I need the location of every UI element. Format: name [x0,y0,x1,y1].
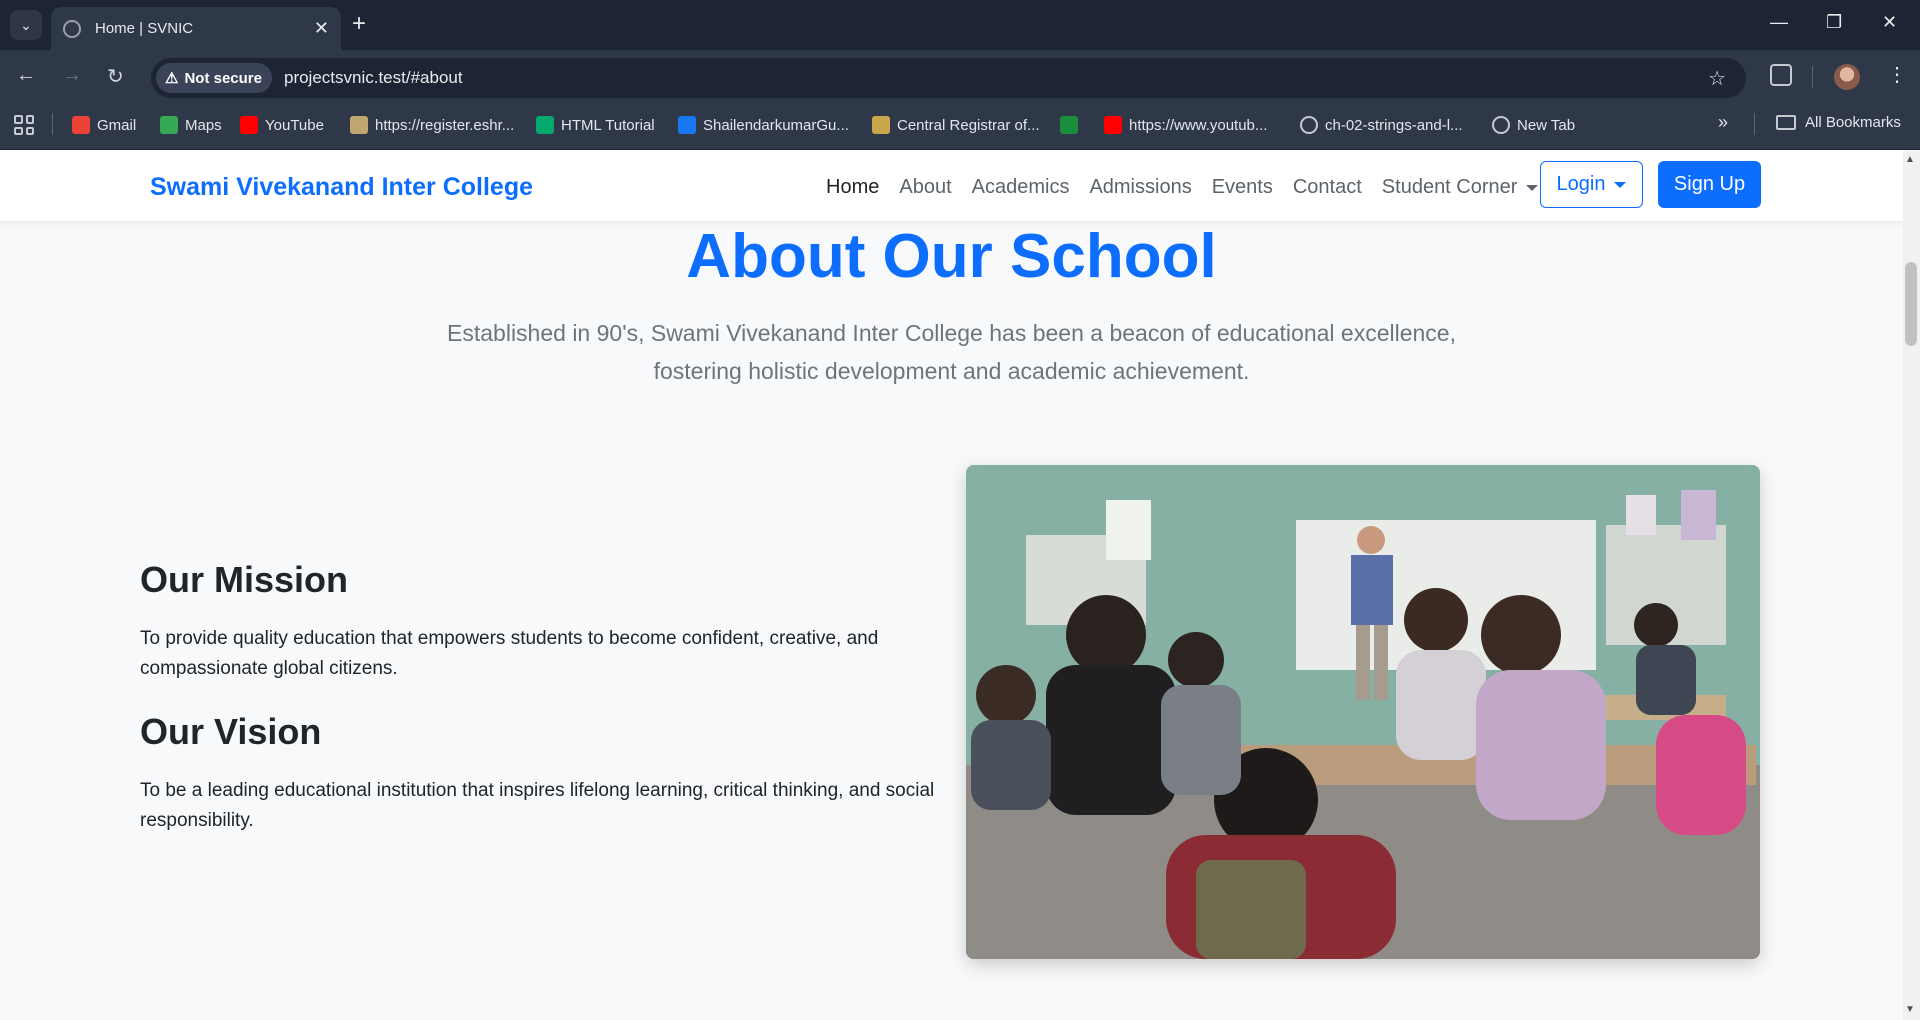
globe-icon [1300,116,1318,134]
bookmark-item[interactable]: https://register.eshr... [350,114,514,136]
tab-title: Home | SVNIC [95,20,194,37]
mission-text: To provide quality education that empowe… [140,628,879,679]
nav-contact[interactable]: Contact [1293,176,1362,199]
browser-tab[interactable]: Home | SVNIC ✕ [51,7,341,50]
nav-student-corner[interactable]: Student Corner [1382,176,1539,199]
bookmark-item[interactable] [1060,114,1085,136]
extensions-icon[interactable] [1770,64,1792,86]
youtube-icon [240,116,258,134]
bookmark-label: ShailendarkumarGu... [703,116,849,134]
bookmark-item[interactable]: HTML Tutorial [536,114,655,136]
signup-button[interactable]: Sign Up [1658,161,1761,208]
mission-heading: Our Mission [140,559,349,600]
caret-down-icon [1614,181,1627,188]
bookmark-label: Central Registrar of... [897,116,1040,134]
maps-icon [160,116,178,134]
bookmark-item[interactable]: New Tab [1492,114,1575,136]
bookmark-item[interactable]: YouTube [240,114,324,136]
nav-admissions[interactable]: Admissions [1089,176,1191,199]
bookmark-item[interactable]: ch-02-strings-and-l... [1300,114,1463,136]
security-chip[interactable]: ⚠ Not secure [156,63,272,93]
facebook-icon [678,116,696,134]
reload-icon[interactable]: ↻ [107,64,124,89]
security-label: Not secure [184,69,262,87]
bookmark-item[interactable]: ShailendarkumarGu... [678,114,849,136]
all-bookmarks-label: All Bookmarks [1805,114,1901,131]
w3schools-icon [536,116,554,134]
warning-icon: ⚠ [165,70,179,87]
lead-line: Established in 90's, Swami Vivekanand In… [447,320,1456,346]
nav-links: Home About Academics Admissions Events C… [826,176,1558,199]
forward-icon[interactable]: → [62,64,82,87]
nav-academics[interactable]: Academics [972,176,1070,199]
more-bookmarks-icon[interactable]: » [1718,112,1728,133]
bookmark-item[interactable]: Central Registrar of... [872,114,1040,136]
gmail-icon [72,116,90,134]
globe-icon [63,19,81,38]
nav-events[interactable]: Events [1212,176,1273,199]
section-lead: Established in 90's, Swami Vivekanand In… [420,314,1483,390]
all-bookmarks-button[interactable]: All Bookmarks [1776,114,1901,131]
bookmark-label: HTML Tutorial [561,116,655,134]
bookmark-item[interactable]: Gmail [72,114,136,136]
student-corner-label: Student Corner [1381,176,1518,198]
bookmark-label: Gmail [97,116,137,134]
scroll-up-icon[interactable]: ▲ [1905,154,1915,165]
address-bar[interactable]: ⚠ Not secure projectsvnic.test/#about ☆ [151,58,1746,98]
profile-avatar[interactable] [1834,64,1860,90]
scroll-down-icon[interactable]: ▼ [1905,1004,1915,1015]
bookmark-item[interactable]: https://www.youtub... [1104,114,1267,136]
bookmark-label: https://register.eshr... [375,116,515,134]
tab-search-button[interactable]: ⌄ [10,10,42,40]
login-label: Login [1556,173,1606,195]
page-viewport: Swami Vivekanand Inter College Home Abou… [0,151,1903,1020]
login-dropdown-button[interactable]: Login [1540,161,1643,208]
restore-icon[interactable]: ❐ [1826,12,1842,33]
youtube-icon [1104,116,1122,134]
bookmark-star-icon[interactable]: ☆ [1708,66,1726,91]
minimize-icon[interactable]: — [1770,12,1788,33]
site-brand[interactable]: Swami Vivekanand Inter College [150,173,533,202]
bookmark-label: ch-02-strings-and-l... [1325,116,1463,134]
bookmark-label: YouTube [265,116,324,134]
bookmark-label: https://www.youtub... [1129,116,1268,134]
bookmark-label: New Tab [1517,116,1576,134]
globe-icon [1492,116,1510,134]
toolbar-divider [1812,66,1813,88]
close-icon[interactable]: ✕ [314,18,329,39]
lead-line: fostering holistic development and acade… [653,358,1250,384]
vision-text: To be a leading educational institution … [140,780,935,831]
bookmarks-divider [52,113,53,135]
emblem-icon [350,116,368,134]
vision-heading: Our Vision [140,711,322,752]
site-icon [1060,116,1078,134]
url-text[interactable]: projectsvnic.test/#about [284,68,463,88]
back-icon[interactable]: ← [16,64,36,87]
section-title: About Our School [686,222,1217,291]
caret-down-icon [1526,184,1539,191]
nav-home[interactable]: Home [826,176,879,199]
bookmarks-divider [1754,113,1755,135]
menu-icon[interactable]: ⋮ [1887,62,1907,87]
folder-icon [1776,115,1796,130]
nav-about[interactable]: About [899,176,951,199]
scrollbar-thumb[interactable] [1905,262,1917,346]
classroom-photo [966,465,1760,959]
new-tab-button[interactable]: + [352,12,366,36]
site-navbar: Swami Vivekanand Inter College Home Abou… [0,151,1903,221]
bookmark-item[interactable]: Maps [160,114,222,136]
bookmark-label: Maps [185,116,222,134]
apps-icon[interactable] [14,115,34,135]
seal-icon [872,116,890,134]
window-close-icon[interactable]: ✕ [1882,12,1897,33]
